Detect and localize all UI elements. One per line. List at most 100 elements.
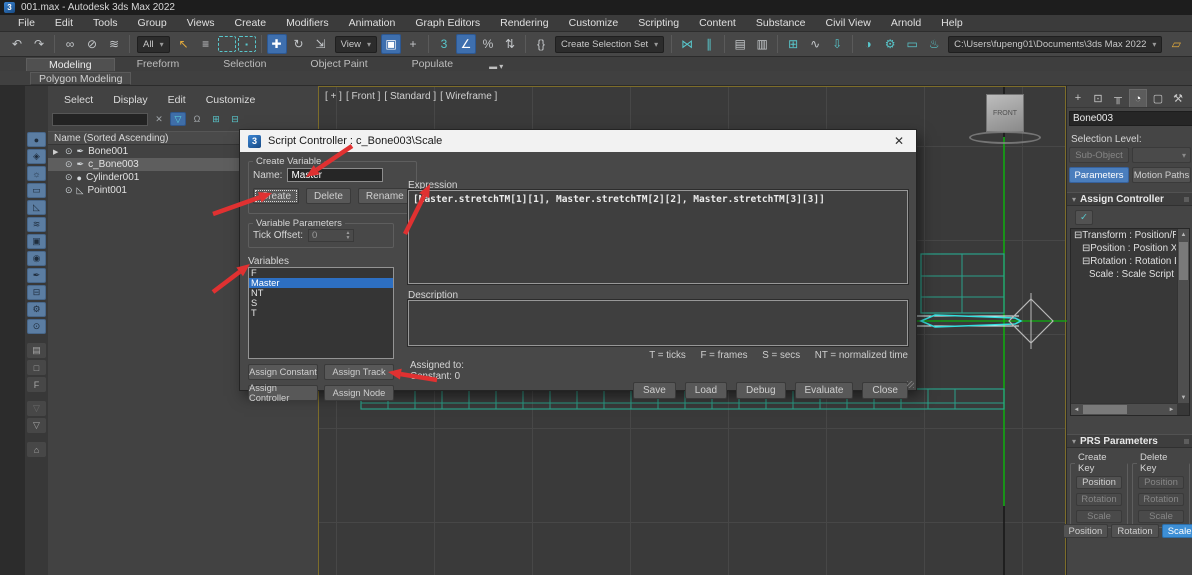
create-key-position-button[interactable]: Position <box>1076 476 1122 489</box>
variable-item[interactable]: F <box>249 268 393 278</box>
viewport-menu-general[interactable]: [ + ] <box>325 91 342 102</box>
display-frame-icon[interactable]: ▤ <box>27 343 46 358</box>
object-name-input[interactable] <box>1069 111 1192 126</box>
named-selection-sets-icon[interactable]: {} <box>531 34 551 54</box>
controller-tree-row[interactable]: ⊟Rotation : Rotation List <box>1071 255 1176 268</box>
scrollbar-thumb[interactable] <box>1083 405 1127 414</box>
ribbon-tab-freeform[interactable]: Freeform <box>115 58 202 71</box>
explorer-menu-display[interactable]: Display <box>113 94 147 106</box>
menu-tools[interactable]: Tools <box>83 17 128 29</box>
viewport-menu-shading[interactable]: [ Wireframe ] <box>440 91 497 102</box>
viewcube[interactable]: FRONT <box>986 94 1024 132</box>
variable-item[interactable]: T <box>249 308 393 318</box>
scrollbar-thumb[interactable] <box>1179 242 1188 280</box>
modify-tab-icon[interactable]: ⊡ <box>1089 89 1107 107</box>
rect-selection-region-icon[interactable] <box>217 36 236 52</box>
selection-filter-dropdown[interactable]: All <box>137 35 170 53</box>
menu-content[interactable]: Content <box>689 17 746 29</box>
menu-views[interactable]: Views <box>177 17 225 29</box>
object-name-label[interactable]: Point001 <box>87 185 126 196</box>
filter-funnel-icon[interactable]: ▽ <box>27 418 46 433</box>
create-button[interactable]: Create <box>253 188 300 204</box>
filter-combinations-icon[interactable]: ▽ <box>27 401 46 416</box>
spinner-snap-icon[interactable]: ⇅ <box>500 34 520 54</box>
utilities-tab-icon[interactable]: ⚒ <box>1169 89 1187 107</box>
assign-constant-button[interactable]: Assign Constant <box>248 364 318 380</box>
filter-containers-icon[interactable]: ⊟ <box>27 285 46 300</box>
controller-tree-row[interactable]: ⊟Position : Position XYZ <box>1071 242 1176 255</box>
unlink-selection-icon[interactable]: ⊘ <box>82 34 102 54</box>
viewcube-compass-ring[interactable] <box>969 131 1041 144</box>
motion-paths-button[interactable]: Motion Paths <box>1132 167 1191 183</box>
use-selection-center-icon[interactable]: + <box>403 34 423 54</box>
variable-item[interactable]: S <box>249 298 393 308</box>
menu-group[interactable]: Group <box>128 17 177 29</box>
bind-to-space-warp-icon[interactable]: ≋ <box>104 34 124 54</box>
menu-file[interactable]: File <box>8 17 45 29</box>
filter-xrefs-icon[interactable]: ◉ <box>27 251 46 266</box>
project-path-dropdown[interactable]: C:\Users\fupeng01\Documents\3ds Max 2022 <box>948 35 1163 53</box>
resize-grip[interactable] <box>907 381 914 388</box>
filter-groups-icon[interactable]: ▣ <box>27 234 46 249</box>
folder-options-icon[interactable]: ▱ <box>1166 34 1186 54</box>
eye-icon[interactable]: ⊙ <box>65 172 73 183</box>
explorer-menu-customize[interactable]: Customize <box>206 94 256 106</box>
filter-helpers-icon[interactable]: ◺ <box>27 200 46 215</box>
schematic-view-icon[interactable]: ⇩ <box>827 34 847 54</box>
object-name-label[interactable]: Bone001 <box>88 146 128 157</box>
filter-materials-icon[interactable]: ⚙ <box>27 302 46 317</box>
frozen-icon[interactable]: F <box>27 377 46 392</box>
reference-coordinate-dropdown[interactable]: View <box>334 35 378 53</box>
curve-editor-icon[interactable]: ∿ <box>805 34 825 54</box>
create-key-scale-button[interactable]: Scale <box>1076 510 1122 523</box>
create-tab-icon[interactable]: + <box>1069 89 1087 107</box>
parameters-button[interactable]: Parameters <box>1069 167 1129 183</box>
controller-tree-row[interactable]: ⊟Transform : Position/Rota <box>1071 229 1176 242</box>
ribbon-tab-object-paint[interactable]: Object Paint <box>288 58 389 71</box>
ribbon-tab-populate[interactable]: Populate <box>390 58 475 71</box>
polygon-modeling-panel[interactable]: Polygon Modeling <box>30 71 132 85</box>
viewport-menu-renderer[interactable]: [ Standard ] <box>384 91 436 102</box>
assign-controller-button[interactable]: ✓ <box>1075 210 1093 225</box>
select-and-rotate-icon[interactable]: ↻ <box>289 34 309 54</box>
expression-editor[interactable]: [Master.stretchTM[1][1], Master.stretchT… <box>407 189 909 285</box>
expand-arrow-icon[interactable]: ▶ <box>53 148 61 156</box>
eye-icon[interactable]: ⊙ <box>65 185 73 196</box>
menu-help[interactable]: Help <box>931 17 973 29</box>
menu-animation[interactable]: Animation <box>339 17 406 29</box>
variable-name-input[interactable] <box>287 168 384 182</box>
search-filter-icon[interactable]: ▽ <box>170 112 186 126</box>
explorer-menu-edit[interactable]: Edit <box>168 94 186 106</box>
delete-key-scale-button[interactable]: Scale <box>1138 510 1184 523</box>
select-and-move-icon[interactable]: ✚ <box>266 34 287 54</box>
variables-list[interactable]: F Master NT S T <box>248 267 394 359</box>
redo-icon[interactable]: ↷ <box>29 34 49 54</box>
dialog-title-bar[interactable]: 3 Script Controller : c_Bone003\Scale ✕ <box>240 130 916 152</box>
snaps-toggle-icon[interactable]: 3 <box>434 34 454 54</box>
rotation-track-button[interactable]: Rotation <box>1111 524 1159 538</box>
explorer-search-input[interactable] <box>52 112 148 126</box>
expand-all-icon[interactable]: ⊞ <box>208 112 224 126</box>
object-name-label[interactable]: c_Bone003 <box>88 159 139 170</box>
selection-box-icon[interactable]: □ <box>27 360 46 375</box>
save-button[interactable]: Save <box>632 382 676 399</box>
spinner-arrows-icon[interactable]: ▲ ▼ <box>343 230 353 241</box>
percent-snap-icon[interactable]: % <box>478 34 498 54</box>
object-name-label[interactable]: Cylinder001 <box>86 172 139 183</box>
menu-edit[interactable]: Edit <box>45 17 83 29</box>
controller-tree-row[interactable]: Scale : Scale Script <box>1071 268 1176 281</box>
assign-node-button[interactable]: Assign Node <box>324 385 394 401</box>
tick-offset-spinner[interactable]: 0 ▲ ▼ <box>308 229 355 242</box>
create-key-rotation-button[interactable]: Rotation <box>1076 493 1122 506</box>
select-and-link-icon[interactable]: ∞ <box>60 34 80 54</box>
close-button[interactable]: Close <box>862 382 908 399</box>
load-button[interactable]: Load <box>684 382 728 399</box>
display-tab-icon[interactable]: ▢ <box>1149 89 1167 107</box>
search-clear-icon[interactable]: ✕ <box>151 112 167 126</box>
explorer-menu-select[interactable]: Select <box>64 94 93 106</box>
delete-key-rotation-button[interactable]: Rotation <box>1138 493 1184 506</box>
viewport-menu-pov[interactable]: [ Front ] <box>346 91 380 102</box>
toggle-ribbon-icon[interactable]: ⊞ <box>783 34 803 54</box>
render-setup-icon[interactable]: ⚙ <box>880 34 900 54</box>
collapse-all-icon[interactable]: ⊟ <box>227 112 243 126</box>
